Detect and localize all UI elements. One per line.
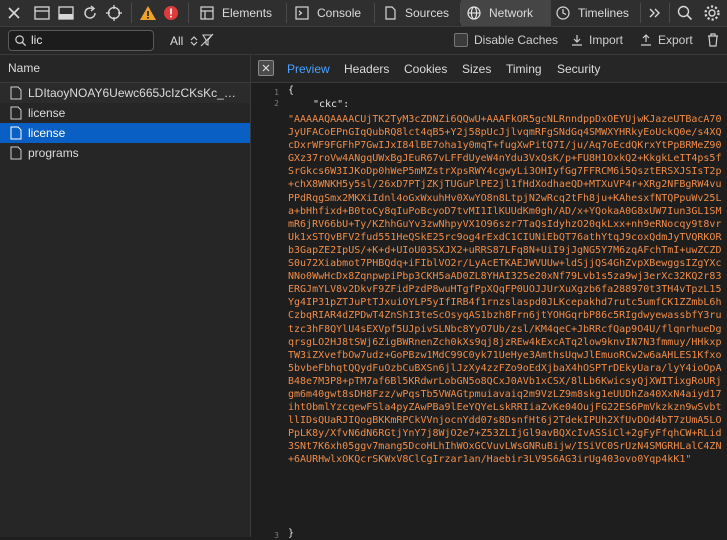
request-row[interactable]: LDItaoyNOAY6Uewc665JcIzCKsKc_M9... (0, 83, 250, 103)
console-icon (295, 6, 309, 20)
updown-chevron-icon (190, 36, 198, 46)
request-details-panel: Preview Headers Cookies Sizes Timing Sec… (251, 55, 727, 540)
toolbar-separator (669, 3, 670, 23)
export-button[interactable]: Export (640, 33, 693, 47)
filter-search-icon (15, 35, 27, 47)
tab-timelines[interactable]: Timelines (552, 0, 642, 26)
more-tabs-icon[interactable] (645, 3, 665, 23)
request-row[interactable]: license (0, 103, 250, 123)
document-icon (10, 106, 22, 120)
details-tab-timing[interactable]: Timing (506, 62, 542, 76)
tab-sources-label: Sources (405, 6, 450, 20)
filter-bar: All Disable Caches Import Export (0, 27, 727, 55)
details-tab-security[interactable]: Security (557, 62, 600, 76)
request-row[interactable]: programs (0, 143, 250, 163)
disable-caches-toggle[interactable]: Disable Caches (454, 33, 558, 47)
filter-search-box (8, 30, 154, 51)
settings-icon[interactable] (702, 3, 722, 23)
top-toolbar: Elements Console Sources Network Timelin… (0, 0, 727, 27)
sources-icon (385, 6, 396, 20)
request-name: programs (28, 146, 79, 160)
crosshair-icon[interactable] (104, 3, 124, 23)
json-open-brace: { (288, 85, 295, 96)
request-name: LDItaoyNOAY6Uewc665JcIzCKsKc_M9... (28, 86, 244, 100)
close-details-button[interactable] (258, 60, 274, 76)
tab-network-label: Network (489, 6, 534, 20)
dock-icon[interactable] (32, 3, 52, 23)
network-icon (467, 6, 481, 20)
dock-bottom-icon[interactable] (56, 3, 76, 23)
trash-icon[interactable] (706, 32, 720, 48)
type-filter-dropdown[interactable]: All (170, 34, 198, 48)
details-tab-bar: Preview Headers Cookies Sizes Timing Sec… (251, 55, 727, 83)
toolbar-separator (640, 3, 641, 23)
toolbar-separator (546, 3, 547, 23)
import-icon (572, 35, 582, 46)
error-icon[interactable] (161, 3, 181, 23)
document-icon (10, 146, 22, 160)
line-number: 2 (274, 99, 279, 108)
json-close-brace: } (288, 528, 295, 539)
warning-icon[interactable] (138, 3, 158, 23)
export-label: Export (658, 33, 693, 47)
details-tab-headers[interactable]: Headers (344, 62, 389, 76)
json-string-value: "AAAAAQAAAACUjTK2TyM3cZDNZi6QQwU+AAAFkOR… (288, 114, 722, 466)
tab-sources[interactable]: Sources (379, 0, 461, 26)
request-list-panel: Name LDItaoyNOAY6Uewc665JcIzCKsKc_M9... … (0, 55, 251, 537)
tab-elements-label: Elements (222, 6, 273, 20)
tab-elements[interactable]: Elements (196, 0, 286, 26)
import-label: Import (589, 33, 624, 47)
search-icon[interactable] (675, 3, 695, 23)
name-column-header[interactable]: Name (0, 55, 250, 83)
export-icon (641, 34, 651, 46)
reload-icon[interactable] (80, 3, 100, 23)
import-button[interactable]: Import (571, 33, 623, 47)
type-filter-label: All (170, 34, 184, 48)
toolbar-separator (286, 3, 287, 23)
toolbar-separator (188, 3, 189, 23)
details-tab-preview[interactable]: Preview (287, 62, 330, 76)
web-inspector: Elements Console Sources Network Timelin… (0, 0, 727, 540)
filter-input[interactable] (31, 32, 146, 48)
timelines-icon (556, 6, 570, 20)
document-icon (10, 126, 22, 140)
close-icon[interactable] (4, 3, 24, 23)
tab-console[interactable]: Console (291, 0, 375, 26)
tab-timelines-label: Timelines (578, 6, 629, 20)
toolbar-separator (131, 3, 132, 23)
elements-icon (200, 6, 214, 20)
line-number: 1 (274, 88, 279, 97)
clear-filter-icon[interactable] (200, 33, 214, 47)
json-preview: 1 2 3 { "ckc": "AAAAAQAAAACUjTK2TyM3cZDN… (251, 83, 727, 540)
tab-network[interactable]: Network (461, 0, 551, 26)
toolbar-separator (374, 3, 375, 23)
json-key: "ckc": (313, 99, 350, 110)
line-number: 3 (274, 531, 279, 540)
request-name: license (28, 126, 66, 140)
tab-console-label: Console (317, 6, 362, 20)
disable-caches-label: Disable Caches (474, 33, 559, 47)
close-icon (262, 64, 270, 72)
request-name: license (28, 106, 66, 120)
disable-caches-checkbox[interactable] (454, 33, 468, 47)
request-row-selected[interactable]: license (0, 123, 250, 143)
document-icon (10, 86, 22, 100)
details-tab-cookies[interactable]: Cookies (404, 62, 447, 76)
details-tab-sizes[interactable]: Sizes (462, 62, 491, 76)
